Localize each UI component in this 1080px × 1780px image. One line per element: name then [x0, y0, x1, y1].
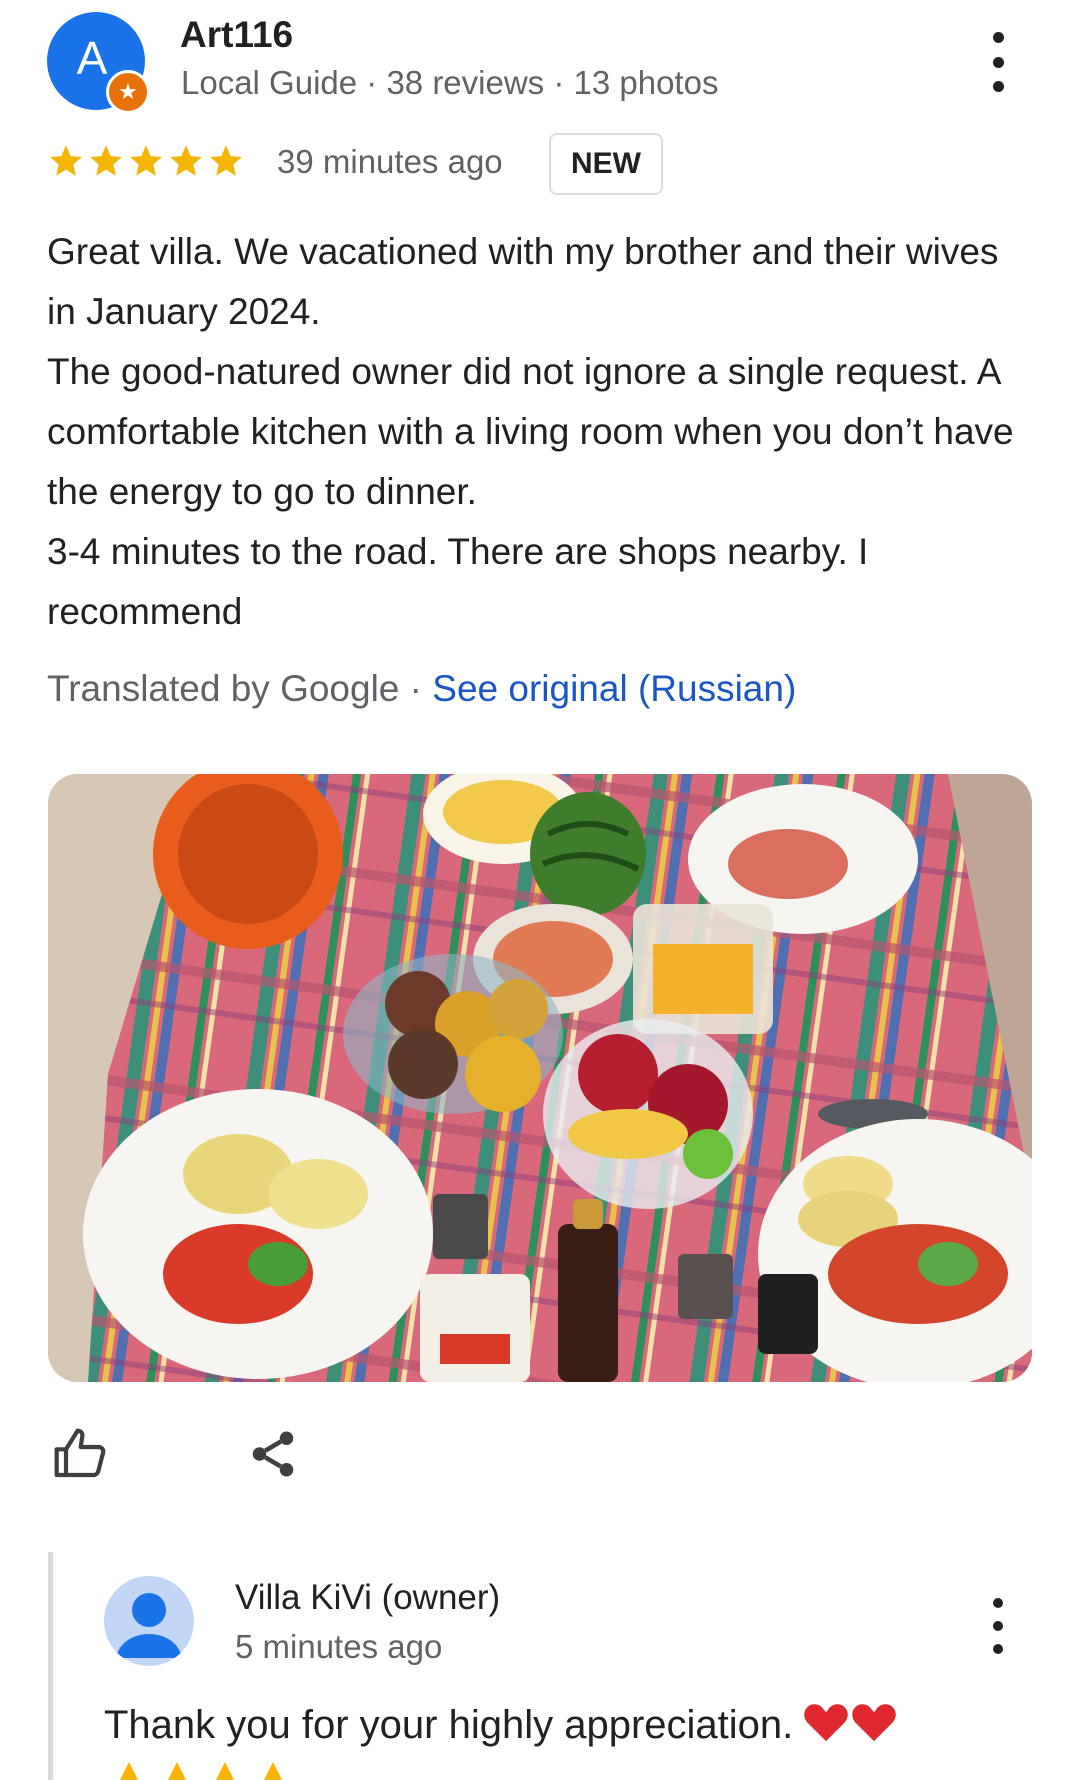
- star-icon: [170, 145, 202, 176]
- heart-icon: [852, 1704, 897, 1742]
- share-icon[interactable]: [246, 1426, 300, 1482]
- owner-reply-time: 5 minutes ago: [235, 1628, 443, 1665]
- hearts-emoji: [803, 1700, 897, 1744]
- review-paragraph: Great villa. We vacationed with my broth…: [47, 231, 999, 332]
- star-icon: [50, 145, 82, 176]
- review-paragraph: The good-natured owner did not ignore a …: [47, 351, 1014, 512]
- heart-icon: [804, 1704, 849, 1742]
- star-icon: [90, 145, 122, 176]
- review-paragraph: 3-4 minutes to the road. There are shops…: [47, 531, 869, 632]
- author-initial: A: [76, 32, 108, 84]
- translated-by-label: Translated by Google ·: [47, 668, 433, 709]
- new-badge: NEW: [549, 133, 663, 195]
- author-meta: Local Guide · 38 reviews · 13 photos: [181, 64, 719, 101]
- rating-stars: [47, 142, 245, 180]
- owner-reply-text: Thank you for your highly appreciation.: [104, 1700, 897, 1748]
- more-options-icon[interactable]: [980, 32, 1016, 92]
- owner-reply-message: Thank you for your highly appreciation.: [104, 1703, 794, 1747]
- review-time: 39 minutes ago: [277, 143, 503, 180]
- see-original-link[interactable]: See original (Russian): [432, 668, 796, 709]
- owner-name: Villa KiVi (owner): [235, 1578, 501, 1617]
- star-icon: [130, 145, 162, 176]
- review-photo[interactable]: [48, 774, 1032, 1382]
- review-text: Great villa. We vacationed with my broth…: [47, 222, 1037, 642]
- owner-avatar[interactable]: [104, 1576, 194, 1666]
- person-icon: [116, 1593, 182, 1658]
- reply-divider: [48, 1552, 53, 1780]
- local-guide-badge-icon: ★: [106, 70, 150, 114]
- photo-food-table: [48, 774, 1032, 1382]
- author-name[interactable]: Art116: [180, 14, 293, 56]
- star-icon: [210, 145, 242, 176]
- translation-note: Translated by Google · See original (Rus…: [47, 668, 796, 710]
- thumbs-up-icon[interactable]: [52, 1426, 108, 1482]
- reply-emoji-row-peek: [120, 1762, 282, 1780]
- owner-more-options-icon[interactable]: [980, 1598, 1016, 1654]
